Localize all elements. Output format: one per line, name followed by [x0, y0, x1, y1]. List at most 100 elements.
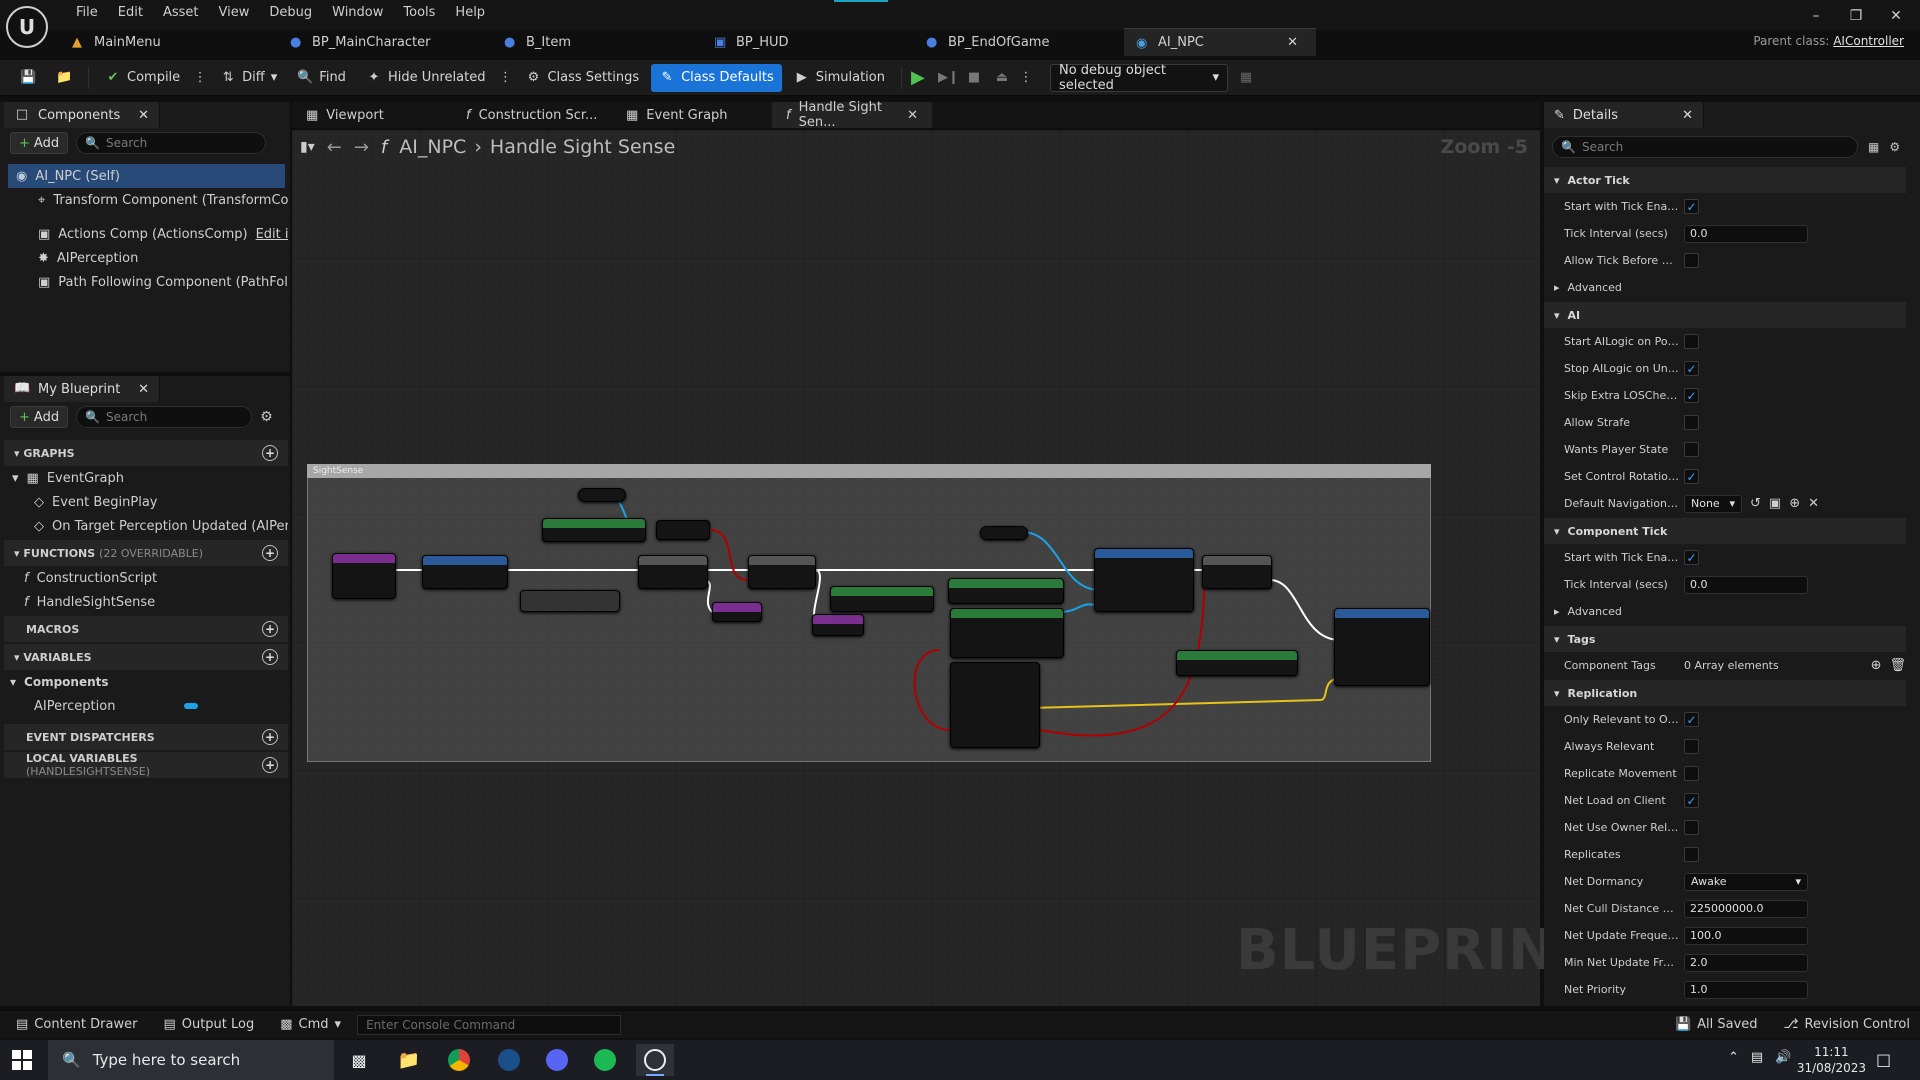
revision-control-button[interactable]: ⎇ Revision Control [1774, 1012, 1920, 1038]
menu-help[interactable]: Help [445, 2, 495, 23]
browse-asset-icon[interactable]: ▣ [1769, 496, 1781, 511]
event-graph-item[interactable]: ▾ ▦ EventGraph [4, 466, 288, 490]
details-tab[interactable]: ✎ Details ✕ [1544, 102, 1704, 128]
delete-icon[interactable]: 🗑 [1889, 658, 1906, 673]
doctab-bp-hud[interactable]: ▣ BP_HUD [702, 28, 914, 56]
property-checkbox[interactable]: ✓ [1684, 199, 1699, 214]
function-item[interactable]: f HandleSightSense [4, 590, 288, 614]
doctab-mainmenu[interactable]: ▲ MainMenu [60, 28, 278, 56]
close-panel-icon[interactable]: ✕ [138, 108, 149, 123]
unreal-taskbar-icon[interactable] [636, 1044, 674, 1076]
graphs-section-header[interactable]: ▾ GRAPHS + [4, 440, 288, 466]
close-panel-icon[interactable]: ✕ [138, 382, 149, 397]
select-object-node[interactable] [950, 608, 1064, 658]
branch-node[interactable] [638, 555, 708, 589]
blackboard-get-node[interactable] [980, 526, 1028, 540]
close-tab-icon[interactable]: ✕ [907, 108, 918, 123]
property-checkbox[interactable] [1684, 739, 1699, 754]
debug-filter-icon[interactable]: ▦ [1238, 70, 1254, 86]
menu-view[interactable]: View [209, 2, 260, 23]
add-local-variable-icon[interactable]: + [262, 757, 278, 773]
component-path-following[interactable]: ▣ Path Following Component (PathFollowi [38, 270, 288, 294]
restore-icon[interactable]: ❐ [1836, 4, 1876, 28]
branch-node[interactable] [748, 555, 816, 589]
steam-icon[interactable] [490, 1044, 528, 1076]
cmd-select[interactable]: ▩ Cmd ▾ [270, 1012, 351, 1038]
stop-icon[interactable]: ■ [966, 70, 982, 86]
comment-title[interactable]: SightSense [307, 464, 1431, 478]
component-aiperception[interactable]: ✸ AIPerception [38, 246, 288, 270]
breadcrumb-root[interactable]: AI_NPC [399, 136, 466, 158]
property-checkbox[interactable]: ✓ [1684, 388, 1699, 403]
hide-unrelated-options-icon[interactable]: ⋮ [497, 70, 513, 86]
property-checkbox[interactable] [1684, 334, 1699, 349]
add-graph-icon[interactable]: + [262, 445, 278, 461]
property-dropdown[interactable]: None ▾ [1684, 494, 1742, 513]
menu-tools[interactable]: Tools [393, 2, 445, 23]
chevron-up-icon[interactable]: ⌃ [1728, 1050, 1739, 1065]
property-checkbox[interactable]: ✓ [1684, 361, 1699, 376]
component-self[interactable]: ◉ AI_NPC (Self) [8, 164, 285, 188]
dispatchers-section-header[interactable]: EVENT DISPATCHERS + [4, 724, 288, 750]
get-player-character-node[interactable] [542, 518, 646, 542]
class-defaults-button[interactable]: ✎ Class Defaults [651, 63, 782, 92]
variables-section-header[interactable]: ▾ VARIABLES + [4, 644, 288, 670]
menu-debug[interactable]: Debug [259, 2, 322, 23]
taskbar-clock[interactable]: 11:11 31/08/2023 [1797, 1044, 1866, 1076]
details-category[interactable]: ▾ Component Tick [1544, 518, 1906, 544]
clear-icon[interactable]: ✕ [1808, 496, 1819, 511]
eject-icon[interactable]: ⏏ [994, 70, 1010, 86]
simulation-button[interactable]: ▶ Simulation [786, 64, 893, 92]
close-panel-icon[interactable]: ✕ [1682, 108, 1693, 123]
tab-viewport[interactable]: ▦ Viewport [292, 102, 452, 128]
unreal-logo-icon[interactable]: U [6, 6, 48, 48]
property-checkbox[interactable] [1684, 847, 1699, 862]
advanced-toggle[interactable]: ▸ Advanced [1544, 274, 1906, 301]
details-search-input[interactable]: 🔍 Search [1552, 136, 1858, 158]
find-button[interactable]: 🔍 Find [289, 64, 354, 92]
close-window-icon[interactable]: ✕ [1876, 4, 1916, 28]
macros-section-header[interactable]: MACROS + [4, 616, 288, 642]
close-tab-icon[interactable]: ✕ [1287, 35, 1298, 50]
menu-edit[interactable]: Edit [108, 2, 153, 23]
advanced-toggle[interactable]: ▸ Advanced [1544, 598, 1906, 625]
windows-start-icon[interactable] [12, 1050, 32, 1070]
cast-node[interactable] [520, 590, 620, 612]
console-input[interactable]: Enter Console Command [357, 1014, 622, 1035]
discord-icon[interactable] [538, 1044, 576, 1076]
hide-unrelated-button[interactable]: ✦ Hide Unrelated [358, 64, 494, 92]
set-value-as-object-node[interactable] [1094, 548, 1194, 612]
add-member-button[interactable]: + Add [10, 406, 69, 428]
compile-button[interactable]: ✔ Compile [97, 64, 188, 92]
browse-use-icon[interactable]: ↺ [1750, 496, 1761, 511]
add-element-icon[interactable]: ⊕ [1871, 658, 1882, 673]
gear-icon[interactable]: ⚙ [260, 409, 273, 425]
event-item[interactable]: ◇ On Target Perception Updated (AIPercep [4, 514, 288, 538]
menu-file[interactable]: File [66, 2, 108, 23]
minimize-icon[interactable]: – [1796, 4, 1836, 28]
variables-components-group[interactable]: ▾ Components [4, 670, 288, 694]
property-checkbox[interactable]: ✓ [1684, 469, 1699, 484]
bookmark-icon[interactable]: ▮▾ [300, 139, 315, 155]
property-number-field[interactable]: 2.0 [1684, 953, 1808, 972]
save-button[interactable]: 💾 [12, 64, 44, 92]
make-literal-name-node[interactable] [1176, 650, 1298, 676]
property-checkbox[interactable] [1684, 766, 1699, 781]
add-dispatcher-icon[interactable]: + [262, 729, 278, 745]
class-settings-button[interactable]: ⚙ Class Settings [517, 64, 647, 92]
doctab-ai-npc[interactable]: ◉ AI_NPC ✕ [1124, 28, 1316, 56]
property-checkbox[interactable] [1684, 820, 1699, 835]
property-checkbox[interactable]: ✓ [1684, 550, 1699, 565]
add-macro-icon[interactable]: + [262, 621, 278, 637]
diff-button[interactable]: ⇅ Diff ▾ [212, 64, 285, 92]
forward-arrow-icon[interactable]: → [354, 137, 369, 158]
property-checkbox[interactable]: ✓ [1684, 793, 1699, 808]
network-icon[interactable]: ▤ [1751, 1050, 1763, 1065]
comment-box[interactable] [307, 464, 1431, 762]
notifications-icon[interactable]: □ [1876, 1050, 1891, 1069]
menu-window[interactable]: Window [322, 2, 393, 23]
property-number-field[interactable]: 1.0 [1684, 980, 1808, 999]
details-category[interactable]: ▾ Actor Tick [1544, 167, 1906, 193]
property-checkbox[interactable]: ✓ [1684, 712, 1699, 727]
play-options-icon[interactable]: ⋮ [1018, 70, 1034, 86]
